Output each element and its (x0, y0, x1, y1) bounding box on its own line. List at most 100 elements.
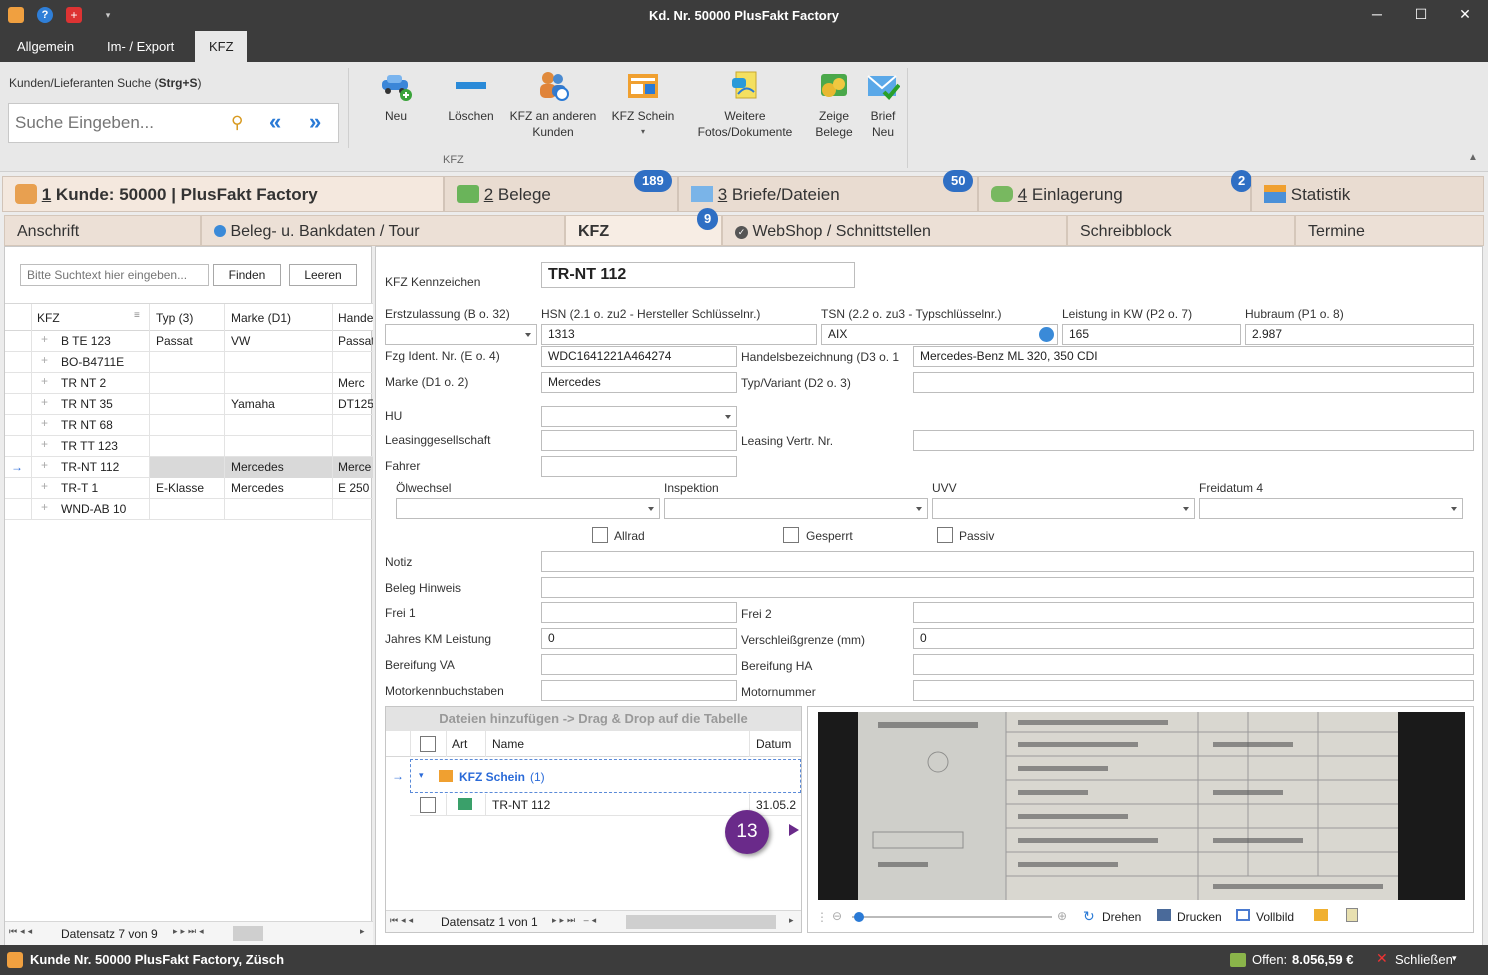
tab-einlagerung[interactable]: 4 Einlagerung (978, 176, 1251, 212)
new-letter-button[interactable]: Brief Neu (860, 70, 906, 140)
tsn-field[interactable]: AIX (821, 324, 1058, 345)
motornr-field[interactable] (913, 680, 1474, 701)
files-scrollbar[interactable] (626, 915, 776, 929)
table-row[interactable]: + TR-T 1 E-Klasse Mercedes E 250 (5, 478, 373, 499)
minimize-button[interactable]: ─ (1367, 6, 1387, 24)
files-nav-next-icon[interactable]: ▸▸⏭ –◂ (552, 915, 599, 926)
expand-row-icon[interactable]: + (41, 353, 48, 367)
erstzulassung-date[interactable] (385, 324, 537, 345)
collapse-ribbon-icon[interactable]: ▲ (1468, 152, 1478, 163)
fin-field[interactable]: WDC1641221A464274 (541, 346, 737, 367)
col-header-marke[interactable]: Marke (D1) (231, 311, 291, 325)
table-row[interactable]: + B TE 123 Passat VW Passat (5, 331, 373, 352)
menu-allgemein[interactable]: Allgemein (3, 31, 88, 62)
new-vehicle-button[interactable]: Neu (366, 70, 426, 124)
fullscreen-button[interactable]: Vollbild (1256, 910, 1294, 924)
fahrer-field[interactable] (541, 456, 737, 477)
print-icon[interactable] (1157, 909, 1171, 921)
table-row[interactable]: + TR TT 123 (5, 436, 373, 457)
customer-search-input[interactable] (15, 112, 215, 134)
tab-schreibblock[interactable]: Schreibblock (1067, 215, 1295, 246)
zoom-slider[interactable] (852, 916, 1052, 918)
passiv-checkbox[interactable] (937, 527, 953, 543)
list-nav-next-icon[interactable]: ▸▸⏭◂ (173, 926, 207, 937)
zoom-out-icon[interactable]: ⊖ (832, 909, 842, 923)
scroll-right-icon[interactable]: ▸ (360, 926, 365, 937)
leasing-field[interactable] (541, 430, 737, 451)
previous-icon[interactable]: « (269, 109, 281, 135)
open-folder-icon[interactable] (1314, 909, 1328, 921)
gesperrt-checkbox[interactable] (783, 527, 799, 543)
kennzeichen-field[interactable]: TR-NT 112 (541, 262, 855, 288)
oelwechsel-date[interactable] (396, 498, 660, 519)
hsn-field[interactable]: 1313 (541, 324, 817, 345)
col-header-art[interactable]: Art (452, 737, 467, 751)
list-search-input[interactable] (20, 264, 209, 286)
sort-icon[interactable]: ≡ (134, 310, 140, 321)
allrad-checkbox[interactable] (592, 527, 608, 543)
marke-field[interactable]: Mercedes (541, 372, 737, 393)
table-row[interactable]: → + TR-NT 112 Mercedes Merce (5, 457, 373, 478)
list-nav-first-icon[interactable]: ⏮◂◂ (9, 926, 35, 937)
tab-statistik[interactable]: Statistik (1251, 176, 1484, 212)
tab-termine[interactable]: Termine (1295, 215, 1484, 246)
frei1-field[interactable] (541, 602, 737, 623)
menu-import-export[interactable]: Im- / Export (93, 31, 188, 62)
rotate-button[interactable]: Drehen (1102, 910, 1141, 924)
leasing-contract-field[interactable] (913, 430, 1474, 451)
delete-vehicle-button[interactable]: Löschen (441, 70, 501, 124)
clear-button[interactable]: Leeren (289, 264, 357, 286)
col-header-typ[interactable]: Typ (3) (156, 311, 193, 325)
col-header-handel[interactable]: Hande (338, 311, 373, 325)
hubraum-field[interactable]: 2.987 (1245, 324, 1474, 345)
maximize-button[interactable]: ☐ (1411, 6, 1431, 24)
fullscreen-icon[interactable] (1236, 909, 1250, 921)
close-button[interactable]: ✕ (1455, 6, 1475, 24)
menu-kfz[interactable]: KFZ (195, 31, 247, 62)
table-row[interactable]: + TR NT 2 Merc (5, 373, 373, 394)
file-row-checkbox[interactable] (420, 797, 436, 813)
tab-webshop[interactable]: ✓ WebShop / Schnittstellen (722, 215, 1067, 246)
km-field[interactable]: 0 (541, 628, 737, 649)
motorkb-field[interactable] (541, 680, 737, 701)
verschleiss-field[interactable]: 0 (913, 628, 1474, 649)
next-icon[interactable]: » (309, 109, 321, 135)
bereifung-va-field[interactable] (541, 654, 737, 675)
notiz-field[interactable] (541, 551, 1474, 572)
table-row[interactable]: + TR NT 68 (5, 415, 373, 436)
zoom-in-icon[interactable]: ⊕ (1057, 909, 1067, 923)
more-documents-button[interactable]: Weitere Fotos/Dokumente (685, 70, 805, 140)
collapse-group-icon[interactable]: ▾ (419, 770, 424, 781)
tab-bankdaten[interactable]: Beleg- u. Bankdaten / Tour (201, 215, 565, 246)
zoom-slider-handle[interactable] (854, 912, 864, 922)
horizontal-scrollbar[interactable] (233, 926, 263, 941)
drag-handle-icon[interactable]: ⋮ (816, 910, 828, 924)
files-nav-first-icon[interactable]: ⏮◂◂ (390, 915, 416, 926)
find-button[interactable]: Finden (213, 264, 281, 286)
expand-row-icon[interactable]: + (41, 395, 48, 409)
expand-row-icon[interactable]: + (41, 500, 48, 514)
expand-row-icon[interactable]: + (41, 437, 48, 451)
expand-row-icon[interactable]: + (41, 416, 48, 430)
globe-icon[interactable] (1039, 327, 1054, 342)
hu-date[interactable] (541, 406, 737, 427)
files-scroll-right-icon[interactable]: ▸ (789, 915, 794, 926)
registration-document-image[interactable] (818, 712, 1465, 900)
select-all-checkbox[interactable] (420, 736, 436, 752)
beleghinweis-field[interactable] (541, 577, 1474, 598)
tab-briefe[interactable]: 3 Briefe/Dateien (678, 176, 978, 212)
group-row-kfz-schein[interactable]: ▾ KFZ Schein (1) (410, 759, 801, 793)
col-header-name[interactable]: Name (492, 737, 524, 751)
close-x-icon[interactable]: ✕ (1376, 950, 1388, 967)
search-icon[interactable]: ⚲ (231, 113, 243, 133)
bereifung-ha-field[interactable] (913, 654, 1474, 675)
expand-row-icon[interactable]: + (41, 479, 48, 493)
uvv-date[interactable] (932, 498, 1195, 519)
expand-row-icon[interactable]: + (41, 332, 48, 346)
close-app-button[interactable]: Schließen (1395, 952, 1453, 967)
table-row[interactable]: + WND-AB 10 (5, 499, 373, 520)
col-header-kfz[interactable]: KFZ (37, 311, 60, 325)
inspektion-date[interactable] (664, 498, 928, 519)
handel-field[interactable]: Mercedes-Benz ML 320, 350 CDI (913, 346, 1474, 367)
print-button[interactable]: Drucken (1177, 910, 1222, 924)
